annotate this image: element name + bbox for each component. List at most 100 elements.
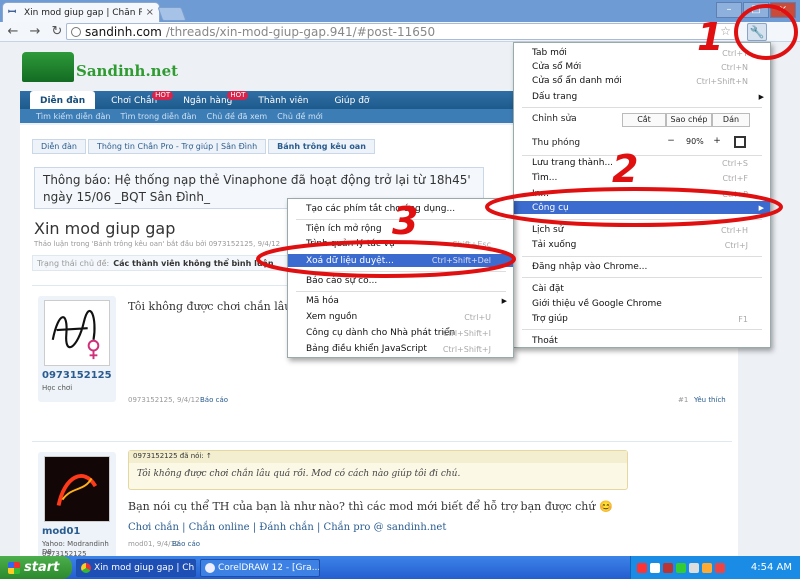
tray-unikey-icon[interactable]: [663, 562, 673, 573]
username[interactable]: mod01: [42, 526, 80, 537]
nav-tab-bank[interactable]: Ngân hàng HOT: [173, 91, 249, 109]
username[interactable]: 0973152125: [42, 370, 112, 381]
subnav-item[interactable]: Tìm trong diễn đàn: [120, 112, 196, 121]
tray-volume-icon[interactable]: [689, 562, 699, 573]
menu-item-history[interactable]: Lịch sử Ctrl+H: [514, 224, 770, 236]
menu-label: Lưu trang thành...: [532, 158, 614, 168]
submenu-item-developer-tools[interactable]: Công cụ dành cho Nhà phát triển Ctrl+Shif…: [288, 327, 513, 339]
start-button[interactable]: start: [0, 556, 72, 579]
nav-tab-help[interactable]: Giúp đỡ: [324, 91, 379, 109]
browser-tab[interactable]: ꟷ Xin mod giup gap | Chắn Pro @ sandinh.…: [2, 2, 160, 22]
system-tray: 4:54 AM: [630, 556, 800, 579]
menu-shortcut: Ctrl+Shift+N: [696, 76, 748, 86]
back-arrow-icon[interactable]: ←: [6, 24, 20, 39]
post-number[interactable]: #1: [678, 396, 688, 404]
maximize-button[interactable]: □: [743, 2, 769, 18]
report-link[interactable]: Báo cáo: [172, 540, 200, 548]
menu-item-save-page[interactable]: Lưu trang thành... Ctrl+S: [514, 157, 770, 169]
close-window-button[interactable]: ×: [770, 2, 796, 18]
url-path: /threads/xin-mod-giup-gap.941/#post-1165…: [165, 24, 436, 39]
subnav-item[interactable]: Chủ đề mới: [277, 112, 323, 121]
breadcrumb-item[interactable]: Bánh trông kêu oan: [268, 139, 375, 154]
menu-item-new-window[interactable]: Cửa sổ Mới Ctrl+N: [514, 61, 770, 73]
copy-button[interactable]: Sao chép: [666, 113, 712, 127]
cut-button[interactable]: Cắt: [622, 113, 666, 127]
menu-separator: [522, 219, 762, 220]
quote-text: Tôi không được chơi chắn lâu quá rồi. Mo…: [137, 469, 461, 479]
nav-tab-forum[interactable]: Diễn đàn: [30, 91, 96, 109]
breadcrumb-item[interactable]: Diễn đàn: [32, 139, 86, 154]
menu-item-find[interactable]: Tìm... Ctrl+F: [514, 172, 770, 184]
like-link[interactable]: Yêu thích: [694, 396, 726, 404]
zoom-level: 90%: [686, 137, 704, 146]
zoom-in-button[interactable]: +: [710, 135, 724, 149]
tray-app-icon[interactable]: [702, 562, 712, 573]
quote-author[interactable]: 0973152125 đã nói: ↑: [129, 451, 627, 463]
avatar[interactable]: [44, 300, 110, 366]
start-label: start: [24, 560, 60, 575]
menu-item-print[interactable]: In... Ctrl+P: [514, 188, 770, 200]
paste-button[interactable]: Dán: [712, 113, 750, 127]
submenu-arrow-icon: ▶: [758, 93, 764, 101]
address-bar[interactable]: sandinh.com/threads/xin-mod-giup-gap.941…: [66, 23, 736, 40]
menu-shortcut: Ctrl+Shift+I: [442, 328, 491, 338]
title-bar: ꟷ Xin mod giup gap | Chắn Pro @ sandinh.…: [0, 0, 800, 22]
window-controls: – □ ×: [716, 2, 796, 18]
browser-toolbar: ← → ↻ sandinh.com/threads/xin-mod-giup-g…: [0, 22, 800, 42]
user-info: mod01 Yahoo: Modrandinh D8 0973152125: [38, 452, 116, 556]
submenu-arrow-icon: ▶: [758, 203, 764, 212]
nav-label: Ngân hàng: [183, 96, 233, 106]
menu-item-tools[interactable]: Công cụ ▶: [514, 201, 770, 214]
menu-item-bookmarks[interactable]: Dấu trang ▶: [514, 91, 770, 103]
menu-label: Cài đặt: [532, 284, 564, 294]
submenu-item-javascript-console[interactable]: Bảng điều khiển JavaScript Ctrl+Shift+J: [288, 343, 513, 355]
zoom-out-button[interactable]: −: [664, 135, 678, 149]
submenu-item-encoding[interactable]: Mã hóa ▶: [288, 295, 513, 307]
site-logo[interactable]: Sandinh.net: [76, 62, 178, 80]
annotation-number-2: 2: [612, 147, 639, 191]
nav-label: Diễn đàn: [40, 96, 86, 106]
fullscreen-icon[interactable]: [734, 136, 746, 148]
report-link[interactable]: Báo cáo: [200, 396, 228, 404]
task-label: CorelDRAW 12 - [Gra...: [218, 562, 320, 573]
menu-item-new-tab[interactable]: Tab mới Ctrl+T: [514, 47, 770, 59]
menu-item-downloads[interactable]: Tải xuống Ctrl+J: [514, 239, 770, 251]
reload-icon[interactable]: ↻: [50, 24, 64, 39]
menu-item-help[interactable]: Trợ giúp F1: [514, 313, 770, 325]
menu-label: Tạo các phím tắt cho ứng dụng...: [306, 204, 456, 214]
subnav-item[interactable]: Chủ đề đã xem: [207, 112, 268, 121]
menu-separator: [522, 155, 762, 156]
submenu-item-view-source[interactable]: Xem nguồn Ctrl+U: [288, 311, 513, 323]
tray-antivirus-icon[interactable]: [637, 562, 647, 573]
menu-item-sign-in[interactable]: Đăng nhập vào Chrome...: [514, 261, 770, 273]
menu-item-exit[interactable]: Thoát: [514, 335, 770, 347]
url-host: sandinh.com: [85, 24, 162, 39]
taskbar-item-coreldraw[interactable]: CorelDRAW 12 - [Gra...: [200, 558, 320, 577]
thread-title: Xin mod giup gap: [34, 219, 176, 238]
post: mod01 Yahoo: Modrandinh D8 0973152125 09…: [32, 441, 732, 556]
signature-links[interactable]: Chơi chắn | Chắn online | Đánh chắn | Ch…: [128, 522, 446, 533]
nav-tab-play[interactable]: Chơi Chắn HOT: [101, 91, 174, 109]
tray-security-icon[interactable]: [715, 562, 725, 573]
menu-label: Tìm...: [532, 173, 558, 183]
menu-separator: [296, 291, 506, 292]
submenu-item-clear-browsing-data[interactable]: Xoá dữ liệu duyệt... Ctrl+Shift+Del: [288, 254, 513, 267]
breadcrumb-item[interactable]: Thông tin Chắn Pro - Trợ giúp | Sân Đình: [87, 139, 267, 154]
menu-shortcut: Shift+Esc: [452, 239, 491, 249]
avatar[interactable]: [44, 456, 110, 522]
tray-keyboard-icon[interactable]: [650, 562, 660, 573]
hot-badge: HOT: [227, 91, 249, 100]
tray-network-icon[interactable]: [676, 562, 686, 573]
submenu-item-report-issue[interactable]: Báo cáo sự cố...: [288, 275, 513, 287]
menu-item-settings[interactable]: Cài đặt: [514, 283, 770, 295]
taskbar-item-chrome[interactable]: Xin mod giup gap | Ch...: [76, 558, 196, 577]
menu-item-about[interactable]: Giới thiệu về Google Chrome: [514, 298, 770, 310]
nav-tab-members[interactable]: Thành viên: [248, 91, 318, 109]
wrench-menu-button[interactable]: 🔧: [747, 23, 767, 41]
subnav-item[interactable]: Tìm kiếm diễn đàn: [36, 112, 110, 121]
wrench-icon: 🔧: [749, 25, 765, 39]
new-tab-button[interactable]: [157, 7, 187, 21]
menu-item-incognito[interactable]: Cửa sổ ẩn danh mới Ctrl+Shift+N: [514, 75, 770, 87]
forward-arrow-icon[interactable]: →: [28, 24, 42, 39]
tab-close-icon[interactable]: ×: [146, 7, 154, 18]
